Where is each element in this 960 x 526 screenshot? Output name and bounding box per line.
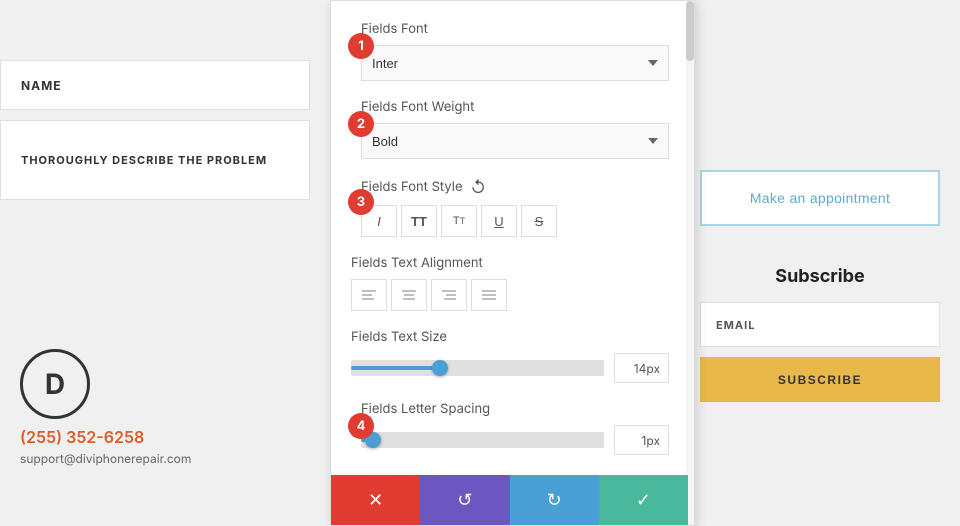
fields-font-style-label: Fields Font Style xyxy=(361,179,463,195)
settings-panel: 1 Fields Font Inter 2 Fields Font Weight… xyxy=(330,0,695,526)
strikethrough-button[interactable]: S xyxy=(521,205,557,237)
name-label: NAME xyxy=(21,78,62,93)
letter-spacing-slider[interactable] xyxy=(361,432,604,448)
email-field[interactable]: EMAIL xyxy=(700,302,940,347)
fields-font-weight-label: Fields Font Weight xyxy=(361,99,669,115)
fields-letter-spacing-section: 4 Fields Letter Spacing 1px xyxy=(351,401,669,455)
fields-font-label: Fields Font xyxy=(361,21,669,37)
support-email: support@diviphonerepair.com xyxy=(20,451,191,466)
step-1-badge: 1 xyxy=(348,33,374,59)
subscribe-title: Subscribe xyxy=(700,266,940,287)
cancel-button[interactable]: ✕ xyxy=(331,475,420,525)
fields-letter-spacing-label: Fields Letter Spacing xyxy=(361,401,669,417)
form-area: NAME THOROUGHLY DESCRIBE THE PROBLEM xyxy=(0,60,310,200)
text-size-slider[interactable] xyxy=(351,360,604,376)
bold-tt-button[interactable]: TT xyxy=(401,205,437,237)
align-left-button[interactable] xyxy=(351,279,387,311)
cancel-icon: ✕ xyxy=(368,490,383,511)
align-right-button[interactable] xyxy=(431,279,467,311)
text-size-thumb[interactable] xyxy=(432,360,448,376)
subscribe-button[interactable]: SUBSCRIBE xyxy=(700,357,940,402)
logo-circle: D xyxy=(20,349,90,419)
alignment-buttons xyxy=(351,279,669,311)
fields-text-size-label: Fields Text Size xyxy=(351,329,669,345)
right-panel: Make an appointment Subscribe EMAIL SUBS… xyxy=(680,0,960,526)
redo-action-icon: ↻ xyxy=(547,490,562,511)
align-justify-button[interactable] xyxy=(471,279,507,311)
underline-button[interactable]: U xyxy=(481,205,517,237)
panel-scrollbar[interactable] xyxy=(686,1,694,525)
fields-font-weight-select[interactable]: Bold xyxy=(361,123,669,159)
name-field[interactable]: NAME xyxy=(0,60,310,110)
phone-number: (255) 352-6258 xyxy=(20,427,191,447)
fields-text-alignment-label: Fields Text Alignment xyxy=(351,255,669,271)
redo-button[interactable]: ↻ xyxy=(510,475,599,525)
scrollbar-thumb xyxy=(686,1,694,61)
confirm-button[interactable]: ✓ xyxy=(599,475,688,525)
panel-content: 1 Fields Font Inter 2 Fields Font Weight… xyxy=(331,1,694,526)
reset-action-icon: ↺ xyxy=(457,490,472,511)
smallcaps-button[interactable]: TT xyxy=(441,205,477,237)
fields-font-section: 1 Fields Font Inter xyxy=(351,21,669,81)
align-center-button[interactable] xyxy=(391,279,427,311)
fields-font-style-section: 3 Fields Font Style ↺ I TT TT U S xyxy=(351,177,669,237)
fields-text-size-section: Fields Text Size 14px xyxy=(351,329,669,383)
fields-text-alignment-section: Fields Text Alignment xyxy=(351,255,669,311)
font-style-reset-icon[interactable]: ↺ xyxy=(471,177,486,197)
letter-spacing-slider-row: 1px xyxy=(361,425,669,455)
fields-font-weight-section: 2 Fields Font Weight Bold xyxy=(351,99,669,159)
step-3-badge: 3 xyxy=(348,189,374,215)
subscribe-section: Subscribe EMAIL SUBSCRIBE xyxy=(700,266,940,402)
step-2-badge: 2 xyxy=(348,111,374,137)
letter-spacing-value: 1px xyxy=(614,425,669,455)
logo-letter: D xyxy=(45,367,65,401)
email-placeholder: EMAIL xyxy=(716,318,755,332)
appointment-button[interactable]: Make an appointment xyxy=(700,170,940,226)
page-background: NAME THOROUGHLY DESCRIBE THE PROBLEM D (… xyxy=(0,0,960,526)
action-bar: ✕ ↺ ↻ ✓ xyxy=(331,475,688,525)
confirm-icon: ✓ xyxy=(636,490,651,511)
step-4-badge: 4 xyxy=(348,413,374,439)
reset-button[interactable]: ↺ xyxy=(420,475,509,525)
describe-field[interactable]: THOROUGHLY DESCRIBE THE PROBLEM xyxy=(0,120,310,200)
fields-font-select[interactable]: Inter xyxy=(361,45,669,81)
describe-label: THOROUGHLY DESCRIBE THE PROBLEM xyxy=(21,153,267,167)
font-style-buttons: I TT TT U S xyxy=(361,205,669,237)
logo-area: D (255) 352-6258 support@diviphonerepair… xyxy=(20,349,191,466)
font-style-label-row: Fields Font Style ↺ xyxy=(361,177,669,197)
text-size-slider-row: 14px xyxy=(351,353,669,383)
text-size-value: 14px xyxy=(614,353,669,383)
